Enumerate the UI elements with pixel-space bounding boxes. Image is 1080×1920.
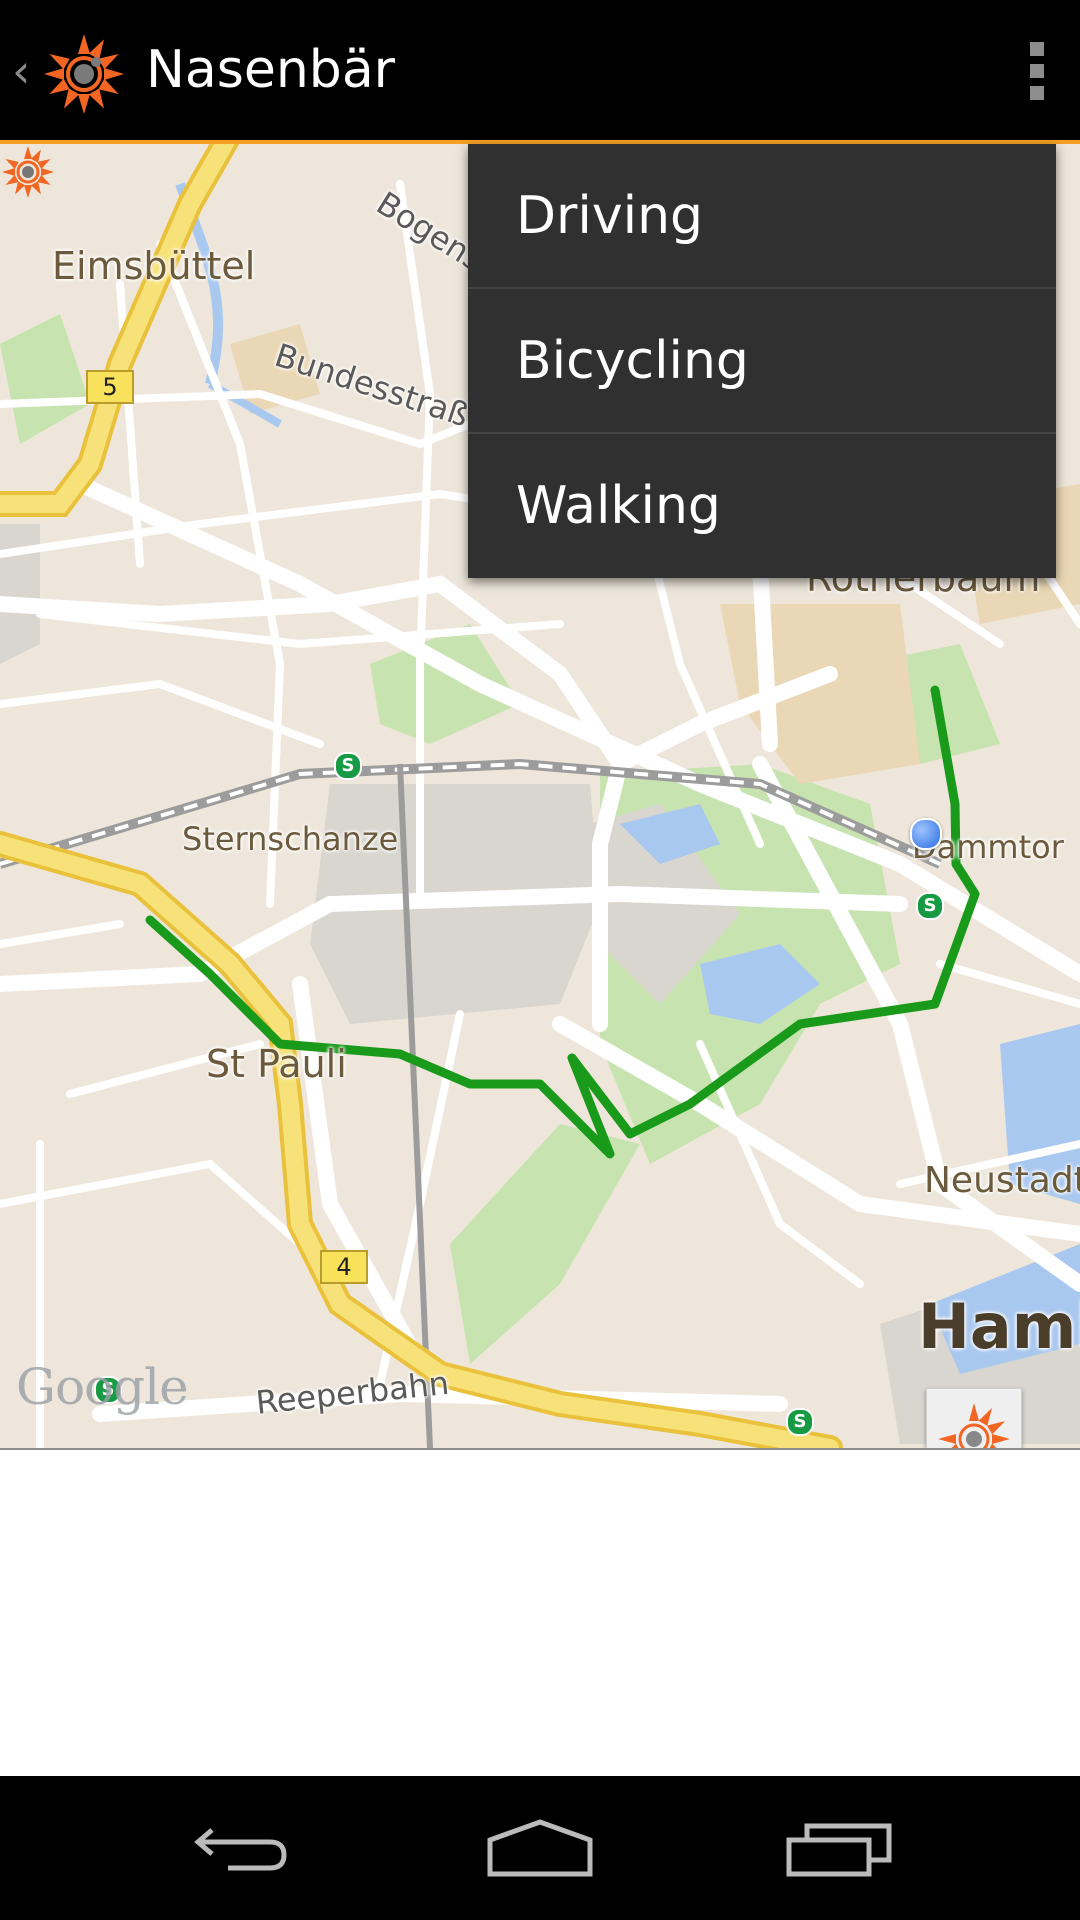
chevron-left-icon: ‹ <box>12 44 31 98</box>
up-navigation-button[interactable]: ‹ <box>0 0 130 140</box>
menu-item-driving[interactable]: Driving <box>468 144 1056 289</box>
overflow-dot-icon <box>1030 42 1044 56</box>
travel-mode-menu: Driving Bicycling Walking <box>468 144 1056 578</box>
destination-marker-icon[interactable] <box>0 144 56 200</box>
sbahn-station-icon: S <box>916 892 944 920</box>
road-shield-5: 5 <box>86 370 134 404</box>
overflow-dot-icon <box>1030 86 1044 100</box>
map-label-hamburg: Hamb <box>918 1290 1080 1363</box>
map-label-eimsbuettel: Eimsbüttel <box>52 244 256 288</box>
road-shield-4: 4 <box>320 1250 368 1284</box>
map-label-neustadt: Neustadt <box>924 1160 1080 1201</box>
app-logo-icon <box>44 34 124 114</box>
home-icon <box>487 1819 593 1877</box>
app-title: Nasenbär <box>146 40 396 100</box>
overflow-menu-button[interactable] <box>990 0 1080 140</box>
system-nav-bar <box>0 1776 1080 1920</box>
home-button[interactable] <box>440 1776 640 1920</box>
menu-item-walking[interactable]: Walking <box>468 434 1056 579</box>
action-bar: ‹ Nasenbär <box>0 0 1080 140</box>
overflow-dot-icon <box>1030 64 1044 78</box>
google-attribution: Google <box>16 1358 189 1416</box>
map-label-st-pauli: St Pauli <box>206 1042 347 1086</box>
back-icon <box>194 1828 287 1871</box>
current-location-marker[interactable] <box>910 818 942 850</box>
sbahn-station-icon: S <box>334 752 362 780</box>
back-button[interactable] <box>140 1776 340 1920</box>
content-area <box>0 1448 1080 1778</box>
recents-icon <box>786 1823 892 1877</box>
sbahn-station-icon: S <box>786 1408 814 1436</box>
map-label-sternschanze: Sternschanze <box>182 820 399 858</box>
recents-button[interactable] <box>740 1776 940 1920</box>
menu-item-bicycling[interactable]: Bicycling <box>468 289 1056 434</box>
